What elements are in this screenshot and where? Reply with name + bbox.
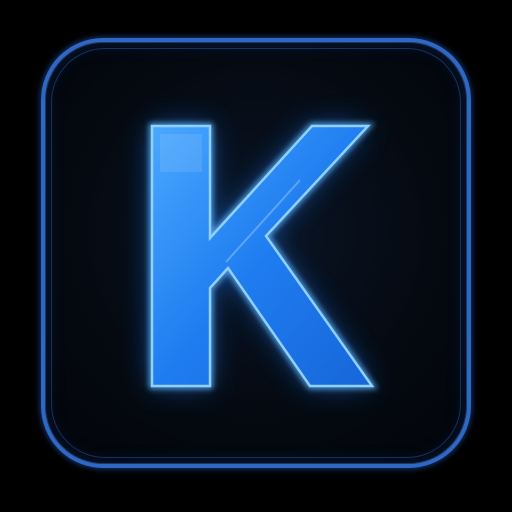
letter-k-icon [149,123,378,389]
icon-canvas [0,0,512,512]
